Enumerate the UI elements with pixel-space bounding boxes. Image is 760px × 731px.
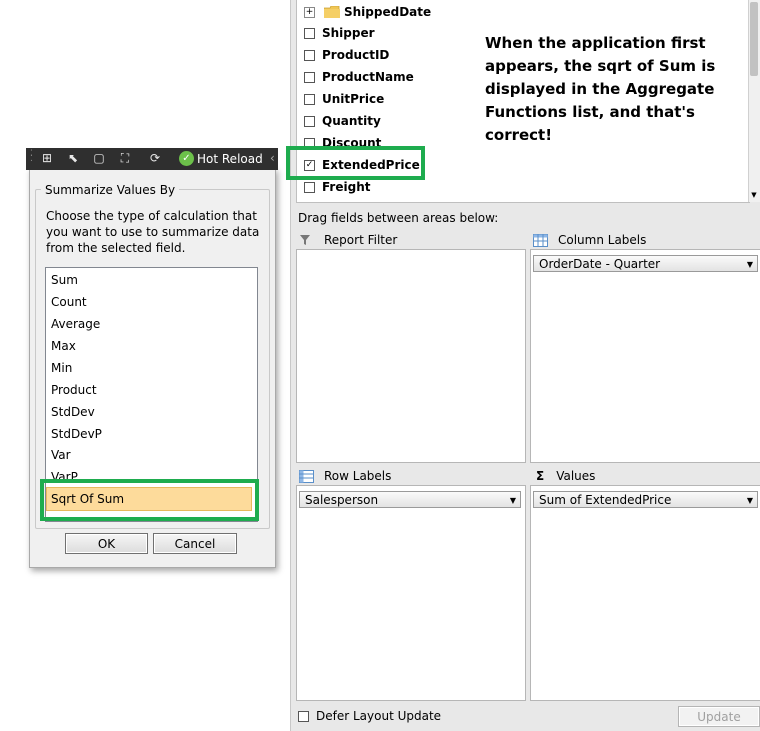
field-checkbox[interactable] (304, 181, 315, 193)
collapse-toolbar-icon[interactable]: ‹ (270, 151, 275, 165)
dropdown-arrow-icon[interactable]: ▼ (747, 492, 753, 509)
drag-instructions: Drag fields between areas below: (298, 211, 499, 225)
field-checkbox[interactable] (304, 71, 315, 83)
field-checkbox[interactable] (304, 49, 315, 61)
field-productname[interactable]: ProductName (304, 68, 414, 86)
column-labels-header: Column Labels (533, 231, 646, 249)
dropdown-arrow-icon[interactable]: ▼ (747, 256, 753, 273)
values-combo[interactable]: Sum of ExtendedPrice ▼ (533, 491, 758, 508)
report-filter-area[interactable] (296, 249, 526, 463)
column-labels-area[interactable] (530, 249, 760, 463)
function-item-max[interactable]: Max (51, 336, 76, 356)
field-checkbox[interactable] (304, 93, 315, 105)
toolbar-grip: ⁚ ⁚ (30, 149, 33, 164)
field-unitprice[interactable]: UnitPrice (304, 90, 384, 108)
sqrt-of-sum-highlight (40, 479, 259, 521)
report-filter-label: Report Filter (324, 233, 398, 247)
field-label: ProductName (322, 70, 414, 84)
function-item-stddev[interactable]: StdDev (51, 402, 95, 422)
function-item-var[interactable]: Var (51, 445, 71, 465)
display-adorners-icon[interactable]: ▢ (92, 151, 106, 165)
values-label: Values (556, 469, 596, 483)
function-item-average[interactable]: Average (51, 314, 100, 334)
field-checkbox[interactable] (304, 115, 315, 127)
track-focus-icon[interactable]: ⛶ (118, 151, 132, 165)
field-label: Quantity (322, 114, 381, 128)
function-item-min[interactable]: Min (51, 358, 72, 378)
field-label: ProductID (322, 48, 390, 62)
select-element-icon[interactable]: ⬉ (66, 151, 80, 165)
field-checkbox[interactable] (304, 27, 315, 39)
column-grid-icon (533, 233, 548, 247)
field-label: UnitPrice (322, 92, 385, 106)
defer-checkbox[interactable] (298, 710, 309, 722)
field-shippeddate[interactable]: + ShippedDate (304, 3, 431, 21)
debug-toolbar: ⁚ ⁚ ⊞ ⬉ ▢ ⛶ ⟳ ✓ Hot Reload ‹ (26, 148, 278, 170)
combo-value: Sum of ExtendedPrice (539, 493, 672, 507)
column-labels-combo[interactable]: OrderDate - Quarter ▼ (533, 255, 758, 272)
groupbox-title: Summarize Values By (41, 183, 180, 197)
report-filter-header: Report Filter (300, 231, 397, 249)
field-label: Shipper (322, 26, 375, 40)
column-labels-label: Column Labels (558, 233, 647, 247)
values-header: Σ Values (536, 467, 595, 485)
update-button[interactable]: Update (678, 706, 760, 727)
scroll-down-arrow-icon[interactable]: ▼ (749, 190, 759, 200)
field-freight[interactable]: Freight (304, 178, 370, 196)
function-item-sum[interactable]: Sum (51, 270, 78, 290)
dialog-description: Choose the type of calculation that you … (46, 209, 260, 255)
function-item-product[interactable]: Product (51, 380, 97, 400)
annotation-note: When the application first appears, the … (485, 34, 716, 144)
row-labels-combo[interactable]: Salesperson ▼ (299, 491, 521, 508)
scrollbar-thumb[interactable] (750, 2, 758, 76)
row-labels-header: Row Labels (299, 467, 391, 485)
sigma-icon: Σ (536, 469, 545, 483)
field-shipper[interactable]: Shipper (304, 24, 375, 42)
function-item-count[interactable]: Count (51, 292, 87, 312)
values-area[interactable] (530, 485, 760, 701)
function-item-stddevp[interactable]: StdDevP (51, 424, 102, 444)
combo-value: Salesperson (305, 493, 379, 507)
field-productid[interactable]: ProductID (304, 46, 389, 64)
defer-layout-update[interactable]: Defer Layout Update (298, 709, 441, 723)
folder-icon (324, 6, 340, 18)
cancel-button[interactable]: Cancel (153, 533, 237, 554)
hot-reload-ok-icon: ✓ (179, 151, 194, 166)
ok-button[interactable]: OK (65, 533, 148, 554)
binding-failures-icon[interactable]: ⟳ (148, 151, 162, 165)
row-labels-area[interactable] (296, 485, 526, 701)
field-quantity[interactable]: Quantity (304, 112, 381, 130)
live-visual-tree-icon[interactable]: ⊞ (40, 151, 54, 165)
row-labels-label: Row Labels (324, 469, 392, 483)
extendedprice-highlight (286, 146, 425, 180)
row-grid-icon (299, 469, 314, 483)
hot-reload-label[interactable]: Hot Reload (197, 152, 263, 166)
field-label: ShippedDate (344, 5, 432, 19)
expand-icon[interactable]: + (304, 6, 315, 18)
dropdown-arrow-icon[interactable]: ▼ (510, 492, 516, 509)
field-label: Freight (322, 180, 371, 194)
filter-icon (300, 235, 310, 245)
defer-label: Defer Layout Update (316, 709, 442, 723)
combo-value: OrderDate - Quarter (539, 257, 661, 271)
